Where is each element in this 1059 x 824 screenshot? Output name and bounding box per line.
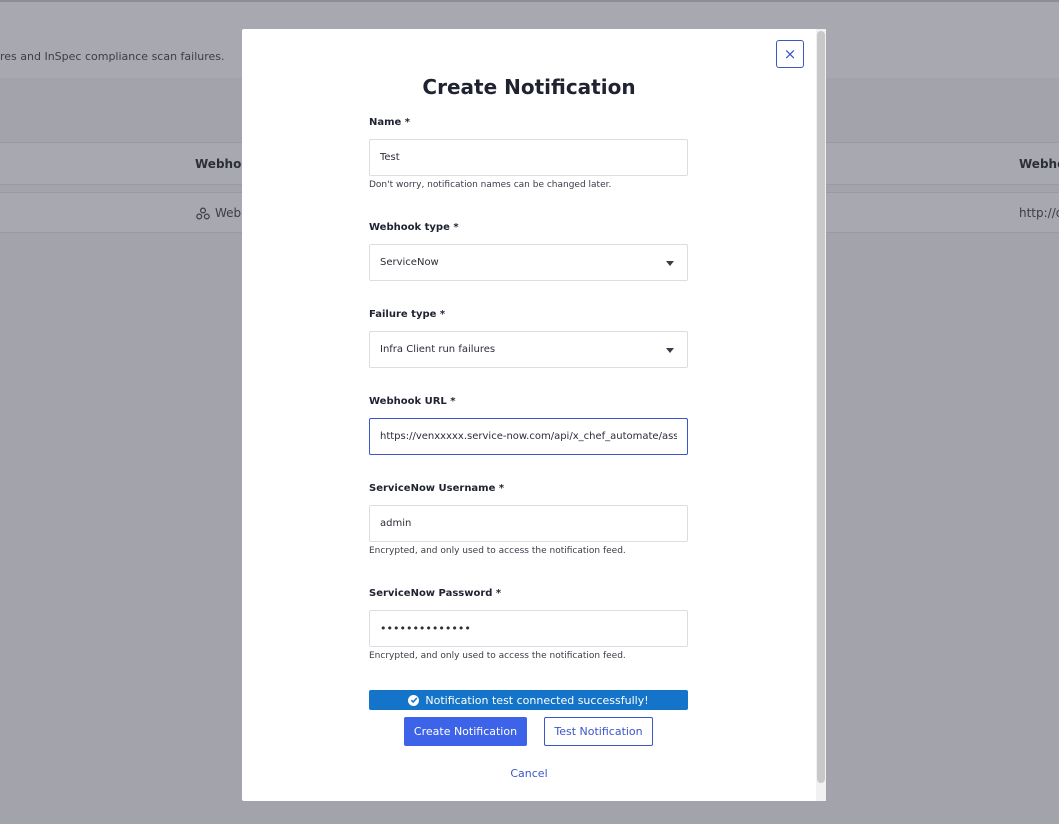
failure-type-value: Infra Client run failures (380, 344, 496, 355)
password-help-text: Encrypted, and only used to access the n… (369, 651, 626, 661)
background-cell-type-text: Webl (215, 206, 245, 220)
modal-scrollbar[interactable] (816, 29, 826, 801)
name-input-value: Test (380, 152, 400, 163)
caret-down-icon (666, 261, 674, 266)
modal-scrollbar-thumb[interactable] (817, 31, 825, 783)
name-label: Name * (369, 117, 411, 128)
name-help-text: Don't worry, notification names can be c… (369, 180, 612, 190)
background-cell-type: Webl (196, 206, 245, 220)
webhook-url-label: Webhook URL * (369, 396, 456, 407)
username-help-text: Encrypted, and only used to access the n… (369, 546, 626, 556)
failure-type-label: Failure type * (369, 309, 446, 320)
create-notification-button[interactable]: Create Notification (404, 717, 527, 746)
password-value: •••••••••••••• (380, 622, 471, 635)
caret-down-icon (666, 348, 674, 353)
name-input[interactable]: Test (369, 139, 688, 176)
success-message: Notification test connected successfully… (425, 693, 649, 707)
webhook-url-input[interactable]: https://venxxxxx.service-now.com/api/x_c… (369, 418, 688, 455)
failure-type-select[interactable]: Infra Client run failures (369, 331, 688, 368)
success-banner: Notification test connected successfully… (369, 690, 688, 710)
webhook-type-label: Webhook type * (369, 222, 459, 233)
username-label: ServiceNow Username * (369, 483, 505, 494)
background-column-webhook-url: Webho (1019, 157, 1059, 171)
password-label: ServiceNow Password * (369, 588, 502, 599)
background-cell-url: http://d (1019, 206, 1059, 220)
webhook-type-value: ServiceNow (380, 257, 439, 268)
close-button[interactable]: × (776, 40, 804, 68)
modal-title: Create Notification (422, 75, 636, 99)
webhook-icon (196, 206, 210, 220)
test-notification-button[interactable]: Test Notification (544, 717, 653, 746)
background-description: res and InSpec compliance scan failures. (0, 50, 225, 63)
check-circle-icon (408, 694, 420, 706)
webhook-type-select[interactable]: ServiceNow (369, 244, 688, 281)
webhook-url-value: https://venxxxxx.service-now.com/api/x_c… (380, 431, 677, 442)
username-value: admin (380, 518, 412, 529)
cancel-link[interactable]: Cancel (242, 767, 816, 780)
password-input[interactable]: •••••••••••••• (369, 610, 688, 647)
create-notification-modal: × Create Notification Name * Test Don't … (242, 29, 826, 801)
close-icon: × (783, 45, 797, 63)
username-input[interactable]: admin (369, 505, 688, 542)
